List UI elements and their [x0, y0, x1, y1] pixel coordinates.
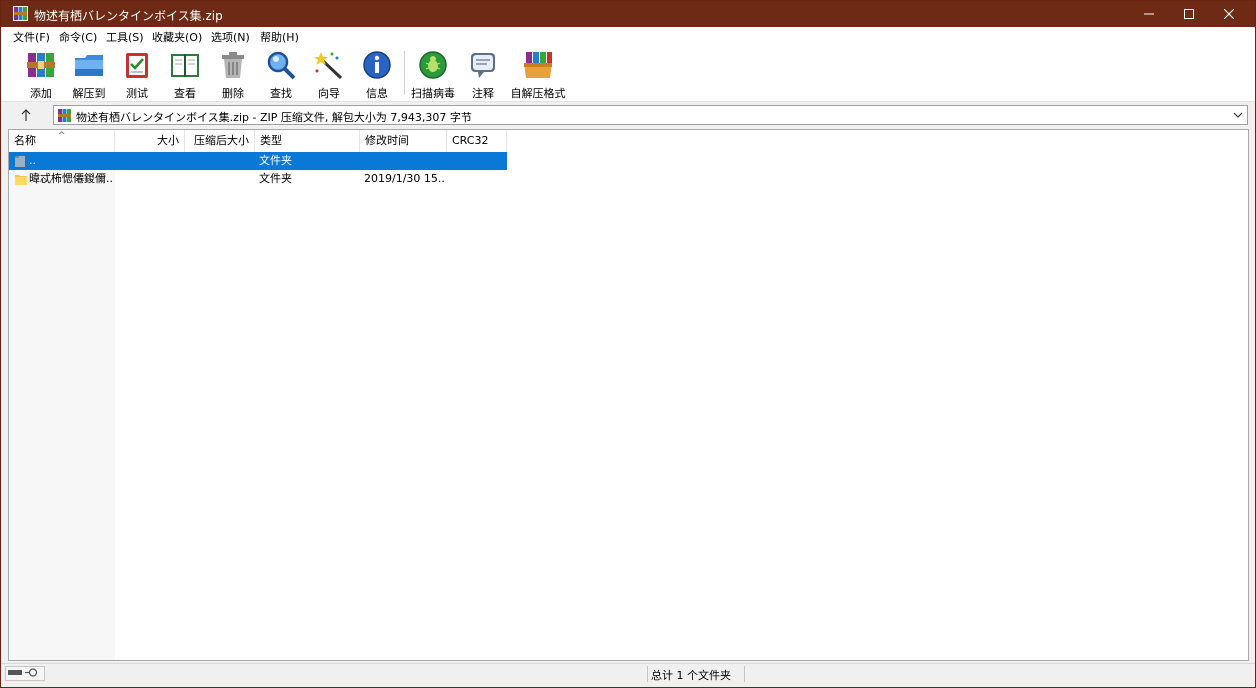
parent-folder-icon: [15, 156, 25, 167]
status-bar: 总计 1 个文件夹: [1, 663, 1255, 684]
drive-status-indicator[interactable]: [5, 666, 45, 681]
virus-scan-icon: [419, 51, 447, 79]
cell-type: 文件夹: [259, 172, 292, 185]
drive-key-icon: [8, 668, 38, 677]
add-archive-icon: [27, 53, 55, 77]
trash-icon: [222, 52, 244, 78]
info-icon: [363, 51, 391, 79]
arrow-up-icon: [21, 109, 31, 121]
cell-modified: [364, 152, 444, 170]
column-header-packed[interactable]: 压缩后大小: [185, 130, 255, 152]
view-book-icon: [171, 54, 199, 77]
test-checklist-icon: [126, 53, 148, 78]
sort-ascending-icon: ^: [58, 131, 66, 141]
winrar-window: 物述有栖バレンタインボイス集.zip 文件(F) 命令(C) 工具(S) 收藏夹…: [0, 0, 1256, 688]
zip-archive-icon: [58, 109, 71, 122]
maximize-icon: [1184, 9, 1194, 19]
column-header-name[interactable]: 名称 ^: [9, 130, 115, 152]
window-title: 物述有栖バレンタインボイス集.zip: [34, 9, 223, 23]
column-header-size[interactable]: 大小: [115, 130, 185, 152]
address-bar[interactable]: 物述有栖バレンタインボイス集.zip - ZIP 压缩文件, 解包大小为 7,9…: [53, 105, 1248, 125]
column-header-type[interactable]: 类型: [255, 130, 360, 152]
status-divider: [744, 666, 745, 682]
magnifier-icon: [267, 51, 296, 80]
cell-type: 文件夹: [259, 154, 292, 167]
list-header: 名称 ^ 大小 压缩后大小 类型 修改时间 CRC32: [9, 130, 509, 152]
title-bar[interactable]: 物述有栖バレンタインボイス集.zip: [1, 1, 1255, 27]
comment-icon: [471, 53, 495, 78]
address-text: 物述有栖バレンタインボイス集.zip - ZIP 压缩文件, 解包大小为 7,9…: [76, 111, 472, 124]
menu-file[interactable]: 文件(F): [13, 29, 50, 45]
sfx-label: 自解压格式: [510, 87, 566, 100]
winrar-app-icon: [13, 6, 28, 21]
wizard-wand-icon: [314, 52, 343, 80]
sfx-box-icon: [524, 52, 552, 78]
chevron-down-icon[interactable]: [1232, 109, 1244, 121]
column-name-label: 名称: [14, 134, 36, 147]
column-header-crc32[interactable]: CRC32: [447, 130, 507, 152]
status-summary: 总计 1 个文件夹: [651, 669, 731, 682]
menu-commands[interactable]: 命令(C): [59, 29, 97, 45]
up-folder-button[interactable]: [15, 106, 37, 124]
address-row: 物述有栖バレンタインボイス集.zip - ZIP 压缩文件, 解包大小为 7,9…: [1, 102, 1255, 128]
table-row[interactable]: 暐忒柨愢僊鍐儞... 文件夹 2019/1/30 15...: [9, 170, 507, 188]
sfx-button[interactable]: 自解压格式: [511, 49, 566, 100]
cell-name: 暐忒柨愢僊鍐儞...: [29, 172, 113, 185]
cell-name: ..: [29, 154, 36, 167]
folder-icon: [15, 175, 27, 185]
name-column-background: [9, 152, 115, 660]
status-divider: [647, 666, 648, 682]
maximize-button[interactable]: [1167, 1, 1211, 27]
menu-favorites[interactable]: 收藏夹(O): [152, 29, 202, 45]
comment-button[interactable]: 注释: [459, 49, 507, 100]
menu-bar: 文件(F) 命令(C) 工具(S) 收藏夹(O) 选项(N) 帮助(H): [1, 27, 1255, 45]
close-button[interactable]: [1207, 1, 1251, 27]
cell-modified: 2019/1/30 15...: [364, 172, 444, 185]
info-button[interactable]: 信息: [353, 49, 401, 100]
menu-tools[interactable]: 工具(S): [106, 29, 144, 45]
file-list[interactable]: 名称 ^ 大小 压缩后大小 类型 修改时间 CRC32 .. 文件夹 暐忒柨愢僊…: [8, 129, 1249, 661]
table-row[interactable]: .. 文件夹: [9, 152, 507, 170]
toolbar: 添加 解压到 测试 查看 删除 查找 向导 信息 扫描病毒 注释 自解压格式: [1, 45, 1255, 102]
minimize-icon: [1144, 13, 1154, 15]
close-icon: [1224, 9, 1234, 19]
column-header-modified[interactable]: 修改时间: [360, 130, 447, 152]
menu-options[interactable]: 选项(N): [211, 29, 250, 45]
extract-folder-icon: [75, 55, 103, 76]
minimize-button[interactable]: [1127, 1, 1171, 27]
menu-help[interactable]: 帮助(H): [260, 29, 299, 45]
